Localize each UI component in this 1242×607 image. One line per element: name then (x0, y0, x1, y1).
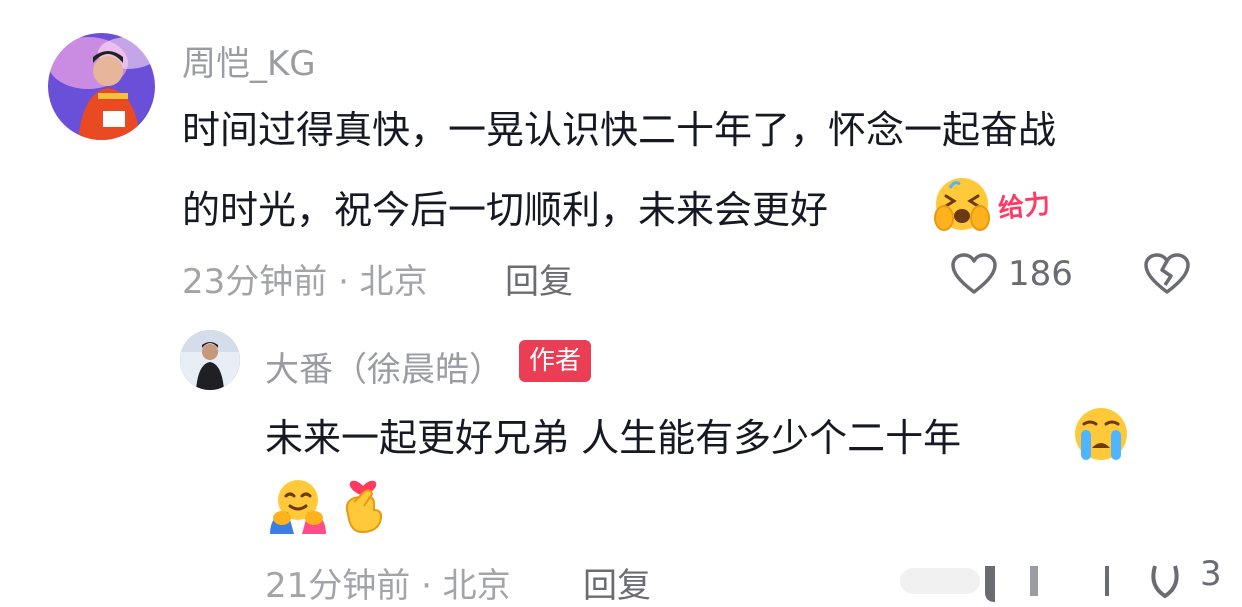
author-avatar[interactable] (180, 330, 240, 390)
hug-emoji (270, 480, 326, 534)
reply-like-count: 3 (1200, 554, 1222, 594)
reply-reply-button[interactable]: 回复 (583, 558, 651, 607)
author-photo (180, 330, 240, 390)
like-count: 186 (1008, 254, 1073, 294)
reply-button[interactable]: 回复 (505, 254, 573, 303)
crying-emoji (1075, 408, 1127, 460)
cry-laugh-emoji (934, 178, 990, 231)
player-photo (48, 33, 155, 140)
reply-text-line1: 未来一起更好兄弟 人生能有多少个二十年 (265, 416, 962, 460)
comment-time-location: 23分钟前 · 北京 (182, 262, 428, 302)
comment-text-line1: 时间过得真快，一晃认识快二十年了，怀念一起奋战 (182, 108, 1057, 152)
commenter-avatar[interactable] (48, 33, 155, 140)
reply-actions-blur (900, 565, 1179, 602)
reply-time-location: 21分钟前 · 北京 (265, 566, 511, 606)
comment-text-line2: 的时光，祝今后一切顺利，未来会更好 (182, 188, 829, 232)
sticker-label: 给力 (996, 189, 1052, 225)
finger-heart-emoji (345, 480, 383, 534)
broken-heart-icon[interactable] (1143, 252, 1191, 296)
heart-outline-icon[interactable] (950, 252, 998, 296)
author-name[interactable]: 大番（徐晨皓） (265, 342, 503, 391)
author-badge: 作者 (519, 340, 592, 382)
commenter-name[interactable]: 周恺_KG (182, 36, 316, 85)
